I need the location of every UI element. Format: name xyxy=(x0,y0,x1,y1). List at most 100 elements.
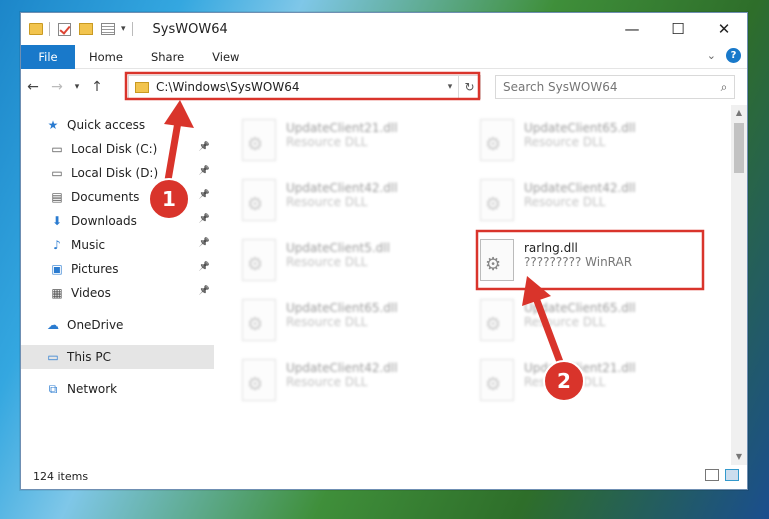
ribbon-controls: ⌄ ? xyxy=(707,48,741,63)
sidebar-item-label: Local Disk (C:) xyxy=(71,142,158,156)
dll-file-icon xyxy=(242,239,276,281)
sidebar-item-label: Pictures xyxy=(71,262,119,276)
file-text: UpdateClient5.dll Resource DLL xyxy=(286,239,390,269)
maximize-button[interactable]: ☐ xyxy=(655,13,701,45)
help-icon[interactable]: ? xyxy=(726,48,741,63)
item-count: 124 items xyxy=(33,469,89,483)
caption-buttons: — ☐ ✕ xyxy=(609,13,747,45)
new-folder-icon[interactable] xyxy=(79,23,93,35)
file-text: UpdateClient21.dll Resource DLL xyxy=(524,359,636,389)
documents-icon: ▤ xyxy=(51,190,63,204)
address-bar[interactable]: C:\Windows\SysWOW64 ▾ ↻ xyxy=(128,75,481,99)
properties-icon[interactable] xyxy=(101,23,115,35)
file-item[interactable]: UpdateClient65.dllResource DLL xyxy=(480,119,690,169)
file-type: Resource DLL xyxy=(524,315,606,329)
file-type: Resource DLL xyxy=(286,135,368,149)
folder-icon xyxy=(135,81,149,93)
sidebar-item[interactable]: ⧉ Network xyxy=(21,377,214,401)
sidebar-item[interactable]: ▣ Pictures 📌 xyxy=(21,257,214,281)
title-bar[interactable]: ▾ SysWOW64 — ☐ ✕ xyxy=(21,13,747,45)
file-item[interactable]: rarlng.dll????????? WinRAR xyxy=(480,239,690,289)
pin-icon[interactable]: 📌 xyxy=(199,262,210,272)
minimize-button[interactable]: — xyxy=(609,13,655,45)
pin-icon[interactable]: 📌 xyxy=(199,142,210,152)
file-text: UpdateClient65.dll Resource DLL xyxy=(524,299,636,329)
file-name: UpdateClient21.dll xyxy=(286,121,398,135)
file-list: UpdateClient21.dllResource DLLUpdateClie… xyxy=(218,105,732,465)
computer-icon: ▭ xyxy=(47,350,59,364)
sidebar-item[interactable]: ▦ Videos 📌 xyxy=(21,281,214,305)
file-item[interactable]: UpdateClient42.dllResource DLL xyxy=(480,179,690,229)
divider xyxy=(49,22,50,36)
dll-file-icon xyxy=(242,119,276,161)
file-item[interactable]: UpdateClient65.dllResource DLL xyxy=(242,299,452,349)
sidebar-item[interactable]: ★ Quick access xyxy=(21,113,214,137)
sidebar-item[interactable]: ♪ Music 📌 xyxy=(21,233,214,257)
tab-share[interactable]: Share xyxy=(137,45,198,69)
details-view-icon[interactable] xyxy=(705,469,719,481)
tab-file[interactable]: File xyxy=(21,44,75,69)
scroll-up-icon[interactable]: ▲ xyxy=(731,105,747,121)
scrollbar-thumb[interactable] xyxy=(734,123,744,173)
sidebar-item[interactable]: ☁ OneDrive xyxy=(21,313,214,337)
download-icon: ⬇ xyxy=(51,214,63,228)
sidebar-item-label: Downloads xyxy=(71,214,137,228)
drive-icon: ▭ xyxy=(51,166,63,180)
file-name: rarlng.dll xyxy=(524,241,578,255)
search-input[interactable] xyxy=(503,80,714,94)
file-text: UpdateClient42.dll Resource DLL xyxy=(286,179,398,209)
window-title: SysWOW64 xyxy=(152,21,228,37)
navigation-pane: ★ Quick access ▭ Local Disk (C:) 📌 ▭ Local Dis… xyxy=(21,105,214,465)
forward-arrow-icon[interactable]: → xyxy=(45,79,69,95)
file-type: Resource DLL xyxy=(286,315,368,329)
properties-check-icon[interactable] xyxy=(58,22,71,36)
tab-view[interactable]: View xyxy=(198,45,253,69)
pin-icon[interactable]: 📌 xyxy=(199,238,210,248)
file-item[interactable]: UpdateClient42.dllResource DLL xyxy=(242,359,452,409)
vertical-scrollbar[interactable]: ▲ ▼ xyxy=(731,105,747,465)
sidebar-item[interactable]: ▭ This PC xyxy=(21,345,214,369)
close-button[interactable]: ✕ xyxy=(701,13,747,45)
file-name: UpdateClient42.dll xyxy=(524,181,636,195)
search-icon[interactable]: ⌕ xyxy=(714,80,734,95)
dll-file-icon xyxy=(242,299,276,341)
file-item[interactable]: UpdateClient65.dllResource DLL xyxy=(480,299,690,349)
file-name: UpdateClient21.dll xyxy=(524,361,636,375)
file-item[interactable]: UpdateClient42.dllResource DLL xyxy=(242,179,452,229)
sidebar-item[interactable]: ▤ Documents 📌 xyxy=(21,185,214,209)
pin-icon[interactable]: 📌 xyxy=(199,166,210,176)
drive-icon: ▭ xyxy=(51,142,63,156)
dll-file-icon xyxy=(480,239,514,281)
pin-icon[interactable]: 📌 xyxy=(199,190,210,200)
customize-toolbar-dropdown-icon[interactable]: ▾ xyxy=(121,24,126,34)
file-item[interactable]: UpdateClient21.dllResource DLL xyxy=(242,119,452,169)
sidebar-item[interactable]: ▭ Local Disk (D:) 📌 xyxy=(21,161,214,185)
sidebar-item[interactable]: ▭ Local Disk (C:) 📌 xyxy=(21,137,214,161)
file-text: UpdateClient65.dll Resource DLL xyxy=(524,119,636,149)
tab-home[interactable]: Home xyxy=(75,45,137,69)
ribbon-tabs: File Home Share View ⌄ ? xyxy=(21,44,747,69)
file-item[interactable]: UpdateClient5.dllResource DLL xyxy=(242,239,452,289)
dll-file-icon xyxy=(480,119,514,161)
address-dropdown-icon[interactable]: ▾ xyxy=(442,82,458,92)
pin-icon[interactable]: 📌 xyxy=(199,286,210,296)
pictures-icon: ▣ xyxy=(51,262,63,276)
back-arrow-icon[interactable]: ← xyxy=(21,79,45,95)
sidebar-item-label: Local Disk (D:) xyxy=(71,166,159,180)
recent-locations-chevron-icon[interactable]: ▾ xyxy=(69,82,85,92)
file-item[interactable]: UpdateClient21.dllResource DLL xyxy=(480,359,690,409)
file-text: UpdateClient21.dll Resource DLL xyxy=(286,119,398,149)
search-box[interactable]: ⌕ xyxy=(495,75,735,99)
address-path[interactable]: C:\Windows\SysWOW64 xyxy=(156,80,442,94)
file-name: UpdateClient42.dll xyxy=(286,361,398,375)
pin-icon[interactable]: 📌 xyxy=(199,214,210,224)
refresh-icon[interactable]: ↻ xyxy=(458,76,480,98)
sidebar-item-label: OneDrive xyxy=(67,318,124,332)
sidebar-item-label: This PC xyxy=(67,350,111,364)
sidebar-item[interactable]: ⬇ Downloads 📌 xyxy=(21,209,214,233)
file-name: UpdateClient65.dll xyxy=(524,121,636,135)
up-arrow-icon[interactable]: ↑ xyxy=(85,79,109,95)
large-icons-view-icon[interactable] xyxy=(725,469,739,481)
view-toggles xyxy=(705,469,739,481)
expand-ribbon-chevron-icon[interactable]: ⌄ xyxy=(707,49,716,62)
